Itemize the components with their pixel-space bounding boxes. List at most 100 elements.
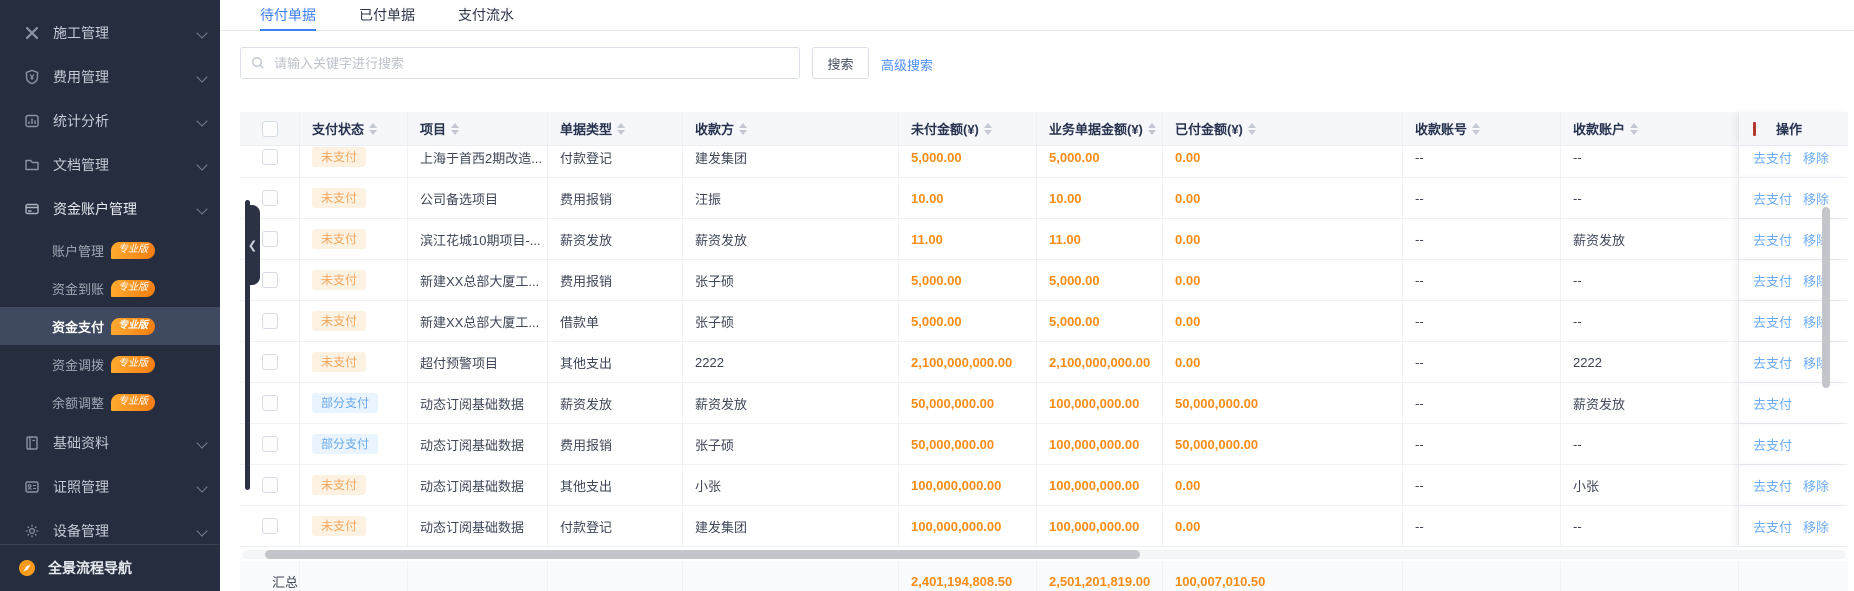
select-all-checkbox[interactable]	[261, 120, 278, 137]
row-checkbox[interactable]	[261, 518, 278, 534]
pay-link[interactable]: 去支付	[1753, 312, 1792, 331]
sidebar-subitem-account-mgmt[interactable]: 账户管理 专业版	[0, 231, 220, 269]
account-name-cell: --	[1561, 424, 1739, 464]
doc-type-cell: 薪资发放	[548, 383, 683, 423]
paid-amount-cell: 0.00	[1163, 465, 1403, 505]
pay-link[interactable]: 去支付	[1753, 148, 1792, 167]
order-amount-cell: 5,000.00	[1037, 301, 1163, 341]
sidebar-subitem-balance-adjust[interactable]: 余额调整 专业版	[0, 383, 220, 421]
order-amount-cell: 2,100,000,000.00	[1037, 342, 1163, 382]
sort-caret-icon[interactable]	[369, 122, 378, 135]
sidebar-item-documents[interactable]: 文档管理	[0, 143, 220, 187]
pay-link[interactable]: 去支付	[1753, 271, 1792, 290]
remove-link[interactable]: 移除	[1803, 189, 1829, 208]
row-checkbox[interactable]	[261, 272, 278, 288]
sort-caret-icon[interactable]	[1247, 122, 1256, 135]
status-cell: 未支付	[300, 146, 408, 177]
sort-caret-icon[interactable]	[739, 122, 748, 135]
table-row: 未支付 上海于首西2期改造... 付款登记 建发集团 5,000.00 5,000.00 0…	[240, 146, 1848, 178]
sidebar-subitem-fund-receipt[interactable]: 资金到账 专业版	[0, 269, 220, 307]
remove-link[interactable]: 移除	[1803, 148, 1829, 167]
column-header-payee[interactable]: 收款方	[683, 112, 899, 145]
doc-type-cell: 费用报销	[548, 260, 683, 300]
unpaid-amount-cell: 5,000.00	[899, 146, 1037, 177]
vertical-scrollbar-thumb[interactable]	[1822, 207, 1830, 388]
tab-paid-bills[interactable]: 已付单据	[359, 0, 415, 30]
sidebar-subitem-fund-payment[interactable]: 资金支付 专业版	[0, 307, 220, 345]
column-header-account-no[interactable]: 收款账号	[1403, 112, 1561, 145]
sort-caret-icon[interactable]	[617, 122, 626, 135]
column-header-account-name[interactable]: 收款账户	[1561, 112, 1739, 145]
status-badge: 未支付	[312, 147, 367, 167]
payee-cell: 2222	[683, 342, 899, 382]
project-cell: 新建XX总部大厦工...	[408, 301, 548, 341]
payee-cell: 薪资发放	[683, 383, 899, 423]
pay-link[interactable]: 去支付	[1753, 517, 1792, 536]
summary-paid-total: 100,007,010.50	[1163, 561, 1403, 591]
sort-caret-icon[interactable]	[1630, 122, 1639, 135]
doc-type-cell: 其他支出	[548, 465, 683, 505]
chevron-down-icon	[196, 203, 208, 215]
sort-caret-icon[interactable]	[983, 122, 992, 135]
sidebar-item-certificates[interactable]: 证照管理	[0, 465, 220, 509]
remove-link[interactable]: 移除	[1803, 476, 1829, 495]
pay-link[interactable]: 去支付	[1753, 394, 1792, 413]
pay-link[interactable]: 去支付	[1753, 476, 1792, 495]
row-checkbox[interactable]	[261, 436, 278, 452]
payee-cell: 小张	[683, 465, 899, 505]
pay-link[interactable]: 去支付	[1753, 230, 1792, 249]
row-checkbox-cell	[240, 146, 300, 177]
horizontal-scrollbar	[240, 547, 1848, 561]
column-label: 收款账号	[1415, 122, 1468, 137]
advanced-search-link[interactable]: 高级搜索	[881, 55, 933, 74]
sidebar-subitem-fund-transfer[interactable]: 资金调拨 专业版	[0, 345, 220, 383]
row-checkbox[interactable]	[261, 231, 278, 247]
paid-amount-cell: 0.00	[1163, 178, 1403, 218]
pay-link[interactable]: 去支付	[1753, 353, 1792, 372]
row-checkbox[interactable]	[261, 149, 278, 165]
row-checkbox[interactable]	[261, 354, 278, 370]
column-header-paid[interactable]: 已付金额(¥)	[1163, 112, 1403, 145]
tab-pending-bills[interactable]: 待付单据	[260, 0, 316, 31]
row-checkbox[interactable]	[261, 395, 278, 411]
summary-unpaid-total: 2,401,194,808.50	[899, 561, 1037, 591]
row-checkbox[interactable]	[261, 190, 278, 206]
column-header-status[interactable]: 支付状态	[300, 112, 408, 145]
column-header-order-amount[interactable]: 业务单据金额(¥)	[1037, 112, 1163, 145]
row-checkbox[interactable]	[261, 477, 278, 493]
pro-badge: 专业版	[111, 241, 156, 259]
account-name-cell: --	[1561, 260, 1739, 300]
order-amount-cell: 5,000.00	[1037, 260, 1163, 300]
project-cell: 动态订阅基础数据	[408, 383, 548, 423]
sort-caret-icon[interactable]	[451, 122, 460, 135]
search-button[interactable]: 搜索	[812, 47, 869, 79]
project-cell: 上海于首西2期改造...	[408, 146, 548, 177]
sidebar-item-fund-accounts[interactable]: 资金账户管理	[0, 187, 220, 231]
column-label: 操作	[1776, 122, 1803, 137]
paid-amount-cell: 0.00	[1163, 260, 1403, 300]
pay-link[interactable]: 去支付	[1753, 189, 1792, 208]
column-header-unpaid[interactable]: 未付金额(¥)	[899, 112, 1037, 145]
status-cell: 未支付	[300, 260, 408, 300]
remove-link[interactable]: 移除	[1803, 517, 1829, 536]
status-badge: 未支付	[312, 229, 367, 249]
tab-bar: 待付单据 已付单据 支付流水	[220, 0, 1854, 31]
sidebar-item-base-data[interactable]: 基础资料	[0, 421, 220, 465]
actions-cell: 去支付	[1739, 424, 1848, 464]
chevron-down-icon	[196, 115, 208, 127]
sort-caret-icon[interactable]	[1472, 122, 1481, 135]
column-header-doc-type[interactable]: 单据类型	[548, 112, 683, 145]
pay-link[interactable]: 去支付	[1753, 435, 1792, 454]
horizontal-scrollbar-thumb[interactable]	[265, 550, 1140, 559]
search-input[interactable]	[272, 54, 789, 72]
column-header-project[interactable]: 项目	[408, 112, 548, 145]
sidebar-collapse-handle[interactable]: ❮	[245, 205, 260, 285]
tab-payment-flow[interactable]: 支付流水	[458, 0, 514, 30]
order-amount-cell: 11.00	[1037, 219, 1163, 259]
sort-caret-icon[interactable]	[1147, 122, 1156, 135]
sidebar-item-fees[interactable]: 费用管理	[0, 55, 220, 99]
sidebar-item-statistics[interactable]: 统计分析	[0, 99, 220, 143]
row-checkbox[interactable]	[261, 313, 278, 329]
sidebar-item-construction[interactable]: 施工管理	[0, 11, 220, 55]
panorama-flow-nav[interactable]: 全景流程导航	[0, 544, 220, 591]
